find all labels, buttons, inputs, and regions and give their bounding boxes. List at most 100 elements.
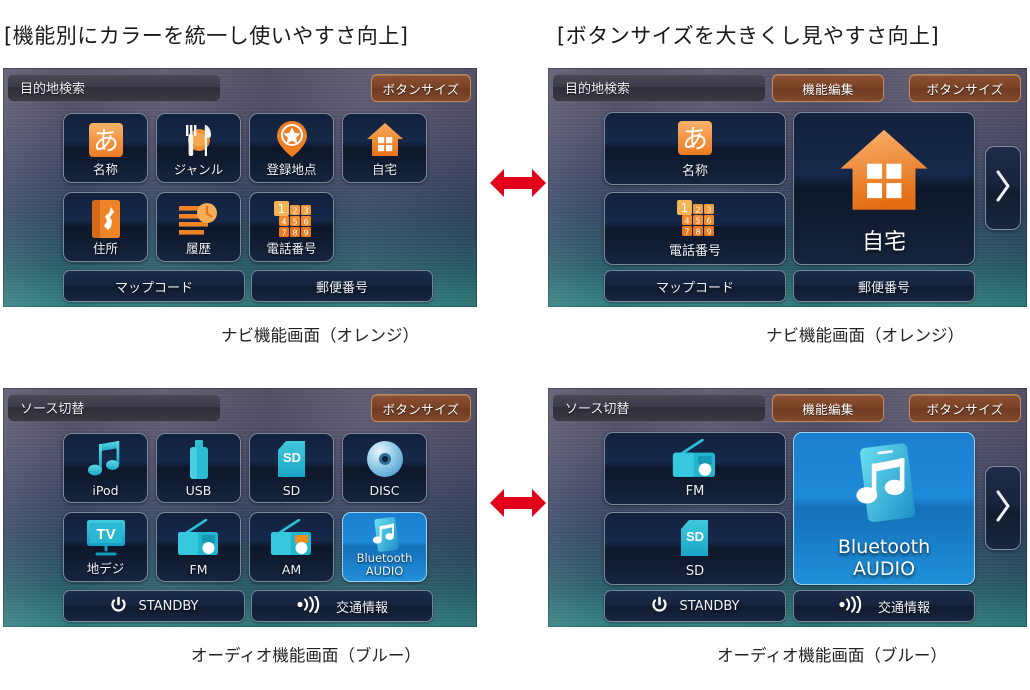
tile-label: 地デジ bbox=[86, 561, 125, 576]
next-page-button[interactable] bbox=[985, 466, 1021, 550]
nav-large-title: 目的地検索 bbox=[565, 82, 631, 97]
caption-nav-right: ナビ機能画面（オレンジ） bbox=[766, 326, 964, 345]
button-size-label: ボタンサイズ bbox=[382, 401, 460, 417]
tile-label: iPod bbox=[92, 483, 119, 498]
tile-ipod[interactable]: iPod bbox=[63, 433, 148, 503]
tile-registered-point[interactable]: 登録地点 bbox=[249, 113, 334, 183]
svg-text:3: 3 bbox=[706, 205, 711, 214]
tile-fm-large[interactable]: FM bbox=[604, 432, 786, 505]
tile-am[interactable]: AM bbox=[249, 512, 334, 582]
swap-arrow-nav-icon bbox=[489, 163, 547, 203]
svg-text:5: 5 bbox=[695, 216, 700, 225]
tile-home[interactable]: 自宅 bbox=[342, 113, 427, 183]
button-size-label: ボタンサイズ bbox=[926, 401, 1004, 417]
tile-label: 名称 bbox=[92, 162, 118, 177]
audio-large-screen: ソース切替 機能編集 ボタンサイズ FM SD SD Bluetooth AUD… bbox=[548, 388, 1027, 627]
wide-button-label: 交通情報 bbox=[877, 600, 930, 616]
wide-button-traffic[interactable]: 交通情報 bbox=[793, 590, 975, 622]
home-icon bbox=[365, 121, 405, 164]
audio-small-button-size-button[interactable]: ボタンサイズ bbox=[371, 394, 471, 422]
nav-small-button-size-button[interactable]: ボタンサイズ bbox=[371, 74, 471, 102]
tile-phone-number[interactable]: 1 2 3 4 5 6 7 8 9 電話番号 bbox=[249, 192, 334, 262]
svg-text:7: 7 bbox=[281, 228, 286, 237]
audio-large-function-edit-button[interactable]: 機能編集 bbox=[772, 394, 884, 422]
wide-button-label: 郵便番号 bbox=[315, 280, 368, 296]
caption-audio-right: オーディオ機能画面（ブルー） bbox=[717, 646, 947, 665]
audio-large-title: ソース切替 bbox=[565, 402, 630, 417]
wide-button-mapcode[interactable]: マップコード bbox=[63, 270, 245, 302]
tile-disc[interactable]: DISC bbox=[342, 433, 427, 503]
wide-button-standby[interactable]: STANDBY bbox=[63, 590, 245, 622]
radio-fm-icon bbox=[176, 518, 222, 562]
tile-genre[interactable]: ジャンル bbox=[156, 113, 241, 183]
map-pin-star-icon bbox=[274, 119, 310, 164]
wide-button-traffic[interactable]: 交通情報 bbox=[251, 590, 433, 622]
tile-meisho[interactable]: あ 名称 bbox=[63, 113, 148, 183]
keypad-icon: 1 2 3 4 5 6 7 8 9 bbox=[673, 199, 717, 244]
button-size-label: ボタンサイズ bbox=[926, 81, 1004, 97]
svg-text:あ: あ bbox=[92, 127, 118, 157]
nav-small-title-bar: 目的地検索 bbox=[8, 74, 220, 101]
svg-text:8: 8 bbox=[292, 228, 297, 237]
nav-large-screen: 目的地検索 機能編集 ボタンサイズ あ 名称 1 2 3 4 5 6 7 8 9… bbox=[548, 68, 1027, 307]
caption-nav-left: ナビ機能画面（オレンジ） bbox=[221, 326, 419, 345]
svg-text:8: 8 bbox=[695, 227, 700, 236]
svg-text:3: 3 bbox=[303, 206, 308, 215]
traffic-broadcast-icon bbox=[296, 594, 324, 617]
kana-a-icon: あ bbox=[676, 119, 714, 162]
tile-label: 電話番号 bbox=[668, 244, 721, 259]
tile-label-second: AUDIO bbox=[852, 557, 916, 580]
svg-text:9: 9 bbox=[706, 227, 711, 236]
tile-label: 自宅 bbox=[371, 162, 397, 177]
tile-meisho-large[interactable]: あ 名称 bbox=[604, 112, 786, 185]
tile-label: Bluetooth AUDIO bbox=[356, 551, 413, 579]
tile-sd[interactable]: SD SD bbox=[249, 433, 334, 503]
svg-text:SD: SD bbox=[282, 450, 300, 465]
next-page-button[interactable] bbox=[985, 146, 1021, 230]
tile-label-group: Bluetooth AUDIO bbox=[794, 537, 974, 580]
chevron-right-icon bbox=[994, 169, 1012, 208]
tile-label: SD bbox=[685, 564, 705, 579]
audio-small-screen: ソース切替 ボタンサイズ iPod USB SD SD DISC TV 地デジ … bbox=[3, 388, 477, 627]
wide-button-standby[interactable]: STANDBY bbox=[604, 590, 786, 622]
nav-large-function-edit-button[interactable]: 機能編集 bbox=[772, 74, 884, 102]
wide-button-postal[interactable]: 郵便番号 bbox=[251, 270, 433, 302]
tile-bluetooth-audio[interactable]: Bluetooth AUDIO bbox=[342, 512, 427, 582]
tile-phone-number-large[interactable]: 1 2 3 4 5 6 7 8 9 電話番号 bbox=[604, 192, 786, 265]
swap-arrow-audio-icon bbox=[489, 483, 547, 523]
nav-small-title: 目的地検索 bbox=[20, 82, 86, 97]
svg-text:9: 9 bbox=[303, 228, 308, 237]
audio-large-button-size-button[interactable]: ボタンサイズ bbox=[909, 394, 1021, 422]
nav-large-button-size-button[interactable]: ボタンサイズ bbox=[909, 74, 1021, 102]
tile-usb[interactable]: USB bbox=[156, 433, 241, 503]
svg-text:2: 2 bbox=[292, 206, 297, 215]
wide-button-label: STANDBY bbox=[679, 598, 740, 614]
svg-text:6: 6 bbox=[303, 217, 308, 226]
tile-bluetooth-audio-large[interactable]: Bluetooth AUDIO bbox=[793, 432, 975, 585]
tile-home-large[interactable]: 自宅 bbox=[793, 112, 975, 265]
svg-text:TV: TV bbox=[96, 526, 115, 543]
svg-text:あ: あ bbox=[682, 125, 708, 155]
wide-button-mapcode[interactable]: マップコード bbox=[604, 270, 786, 302]
svg-text:4: 4 bbox=[281, 217, 286, 226]
music-note-icon bbox=[87, 440, 125, 485]
heading-left: [機能別にカラーを統一し使いやすさ向上] bbox=[4, 24, 409, 48]
bluetooth-audio-icon bbox=[845, 441, 923, 532]
tile-label: AM bbox=[281, 562, 302, 577]
svg-text:6: 6 bbox=[706, 216, 711, 225]
tile-address[interactable]: 住所 bbox=[63, 192, 148, 262]
tile-sd-large[interactable]: SD SD bbox=[604, 512, 786, 585]
wide-button-postal[interactable]: 郵便番号 bbox=[793, 270, 975, 302]
tile-terrestrial-tv[interactable]: TV 地デジ bbox=[63, 512, 148, 582]
tile-label: FM bbox=[685, 484, 705, 499]
screenshot-root: [機能別にカラーを統一し使いやすさ向上] [ボタンサイズを大きくし見やすさ向上]… bbox=[0, 0, 1030, 690]
tile-label: DISC bbox=[369, 483, 400, 498]
tile-label: 登録地点 bbox=[266, 162, 317, 177]
nav-large-title-bar: 目的地検索 bbox=[553, 74, 765, 101]
tile-history[interactable]: 履歴 bbox=[156, 192, 241, 262]
wide-button-label: STANDBY bbox=[138, 598, 199, 614]
tile-label: Bluetooth bbox=[837, 536, 931, 559]
tile-label: 自宅 bbox=[861, 230, 906, 256]
tile-fm[interactable]: FM bbox=[156, 512, 241, 582]
audio-small-title-bar: ソース切替 bbox=[8, 394, 220, 421]
